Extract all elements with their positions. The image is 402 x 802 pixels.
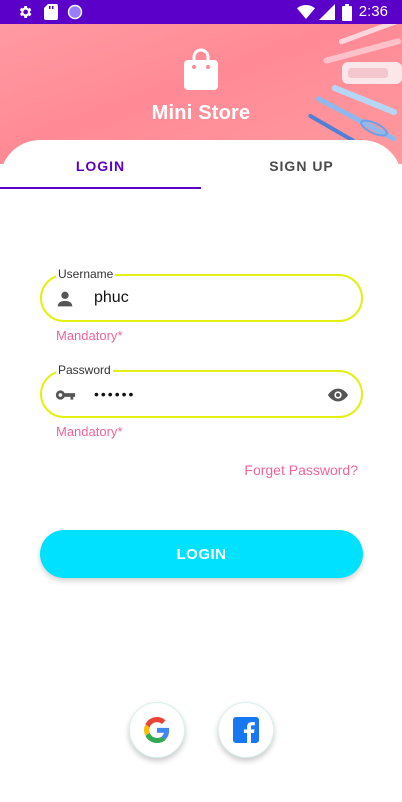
- google-icon: [144, 717, 170, 743]
- tab-sign-up[interactable]: SIGN UP: [201, 158, 402, 174]
- eye-icon[interactable]: [327, 384, 349, 406]
- password-input[interactable]: ••••••: [94, 386, 135, 402]
- facebook-icon: [233, 717, 259, 743]
- password-label: Password: [56, 363, 113, 377]
- forgot-password-link[interactable]: Forget Password?: [244, 462, 358, 478]
- status-bar: 2:36: [0, 0, 402, 24]
- app-title: Mini Store: [151, 102, 251, 124]
- tab-login[interactable]: LOGIN: [0, 158, 201, 174]
- auth-tabs: LOGIN SIGN UP: [0, 140, 402, 190]
- facebook-login-button[interactable]: [218, 702, 274, 758]
- signal-icon: [318, 3, 336, 21]
- person-icon: [57, 291, 73, 307]
- shopping-bag-icon: [184, 48, 218, 90]
- password-helper: Mandatory*: [56, 424, 123, 439]
- gear-icon: [16, 3, 34, 21]
- username-field[interactable]: Username phuc: [40, 267, 363, 322]
- username-label: Username: [56, 267, 116, 281]
- status-time: 2:36: [358, 3, 388, 20]
- username-helper: Mandatory*: [56, 328, 123, 343]
- sd-card-icon: [42, 3, 60, 21]
- google-login-button[interactable]: [129, 702, 185, 758]
- username-input[interactable]: phuc: [94, 289, 129, 307]
- circle-icon: [66, 3, 84, 21]
- wifi-icon: [297, 3, 315, 21]
- key-icon: [55, 390, 76, 400]
- tab-indicator: [0, 187, 201, 189]
- login-button[interactable]: LOGIN: [40, 530, 363, 578]
- password-field[interactable]: Password ••••••: [40, 363, 363, 418]
- battery-icon: [338, 3, 356, 21]
